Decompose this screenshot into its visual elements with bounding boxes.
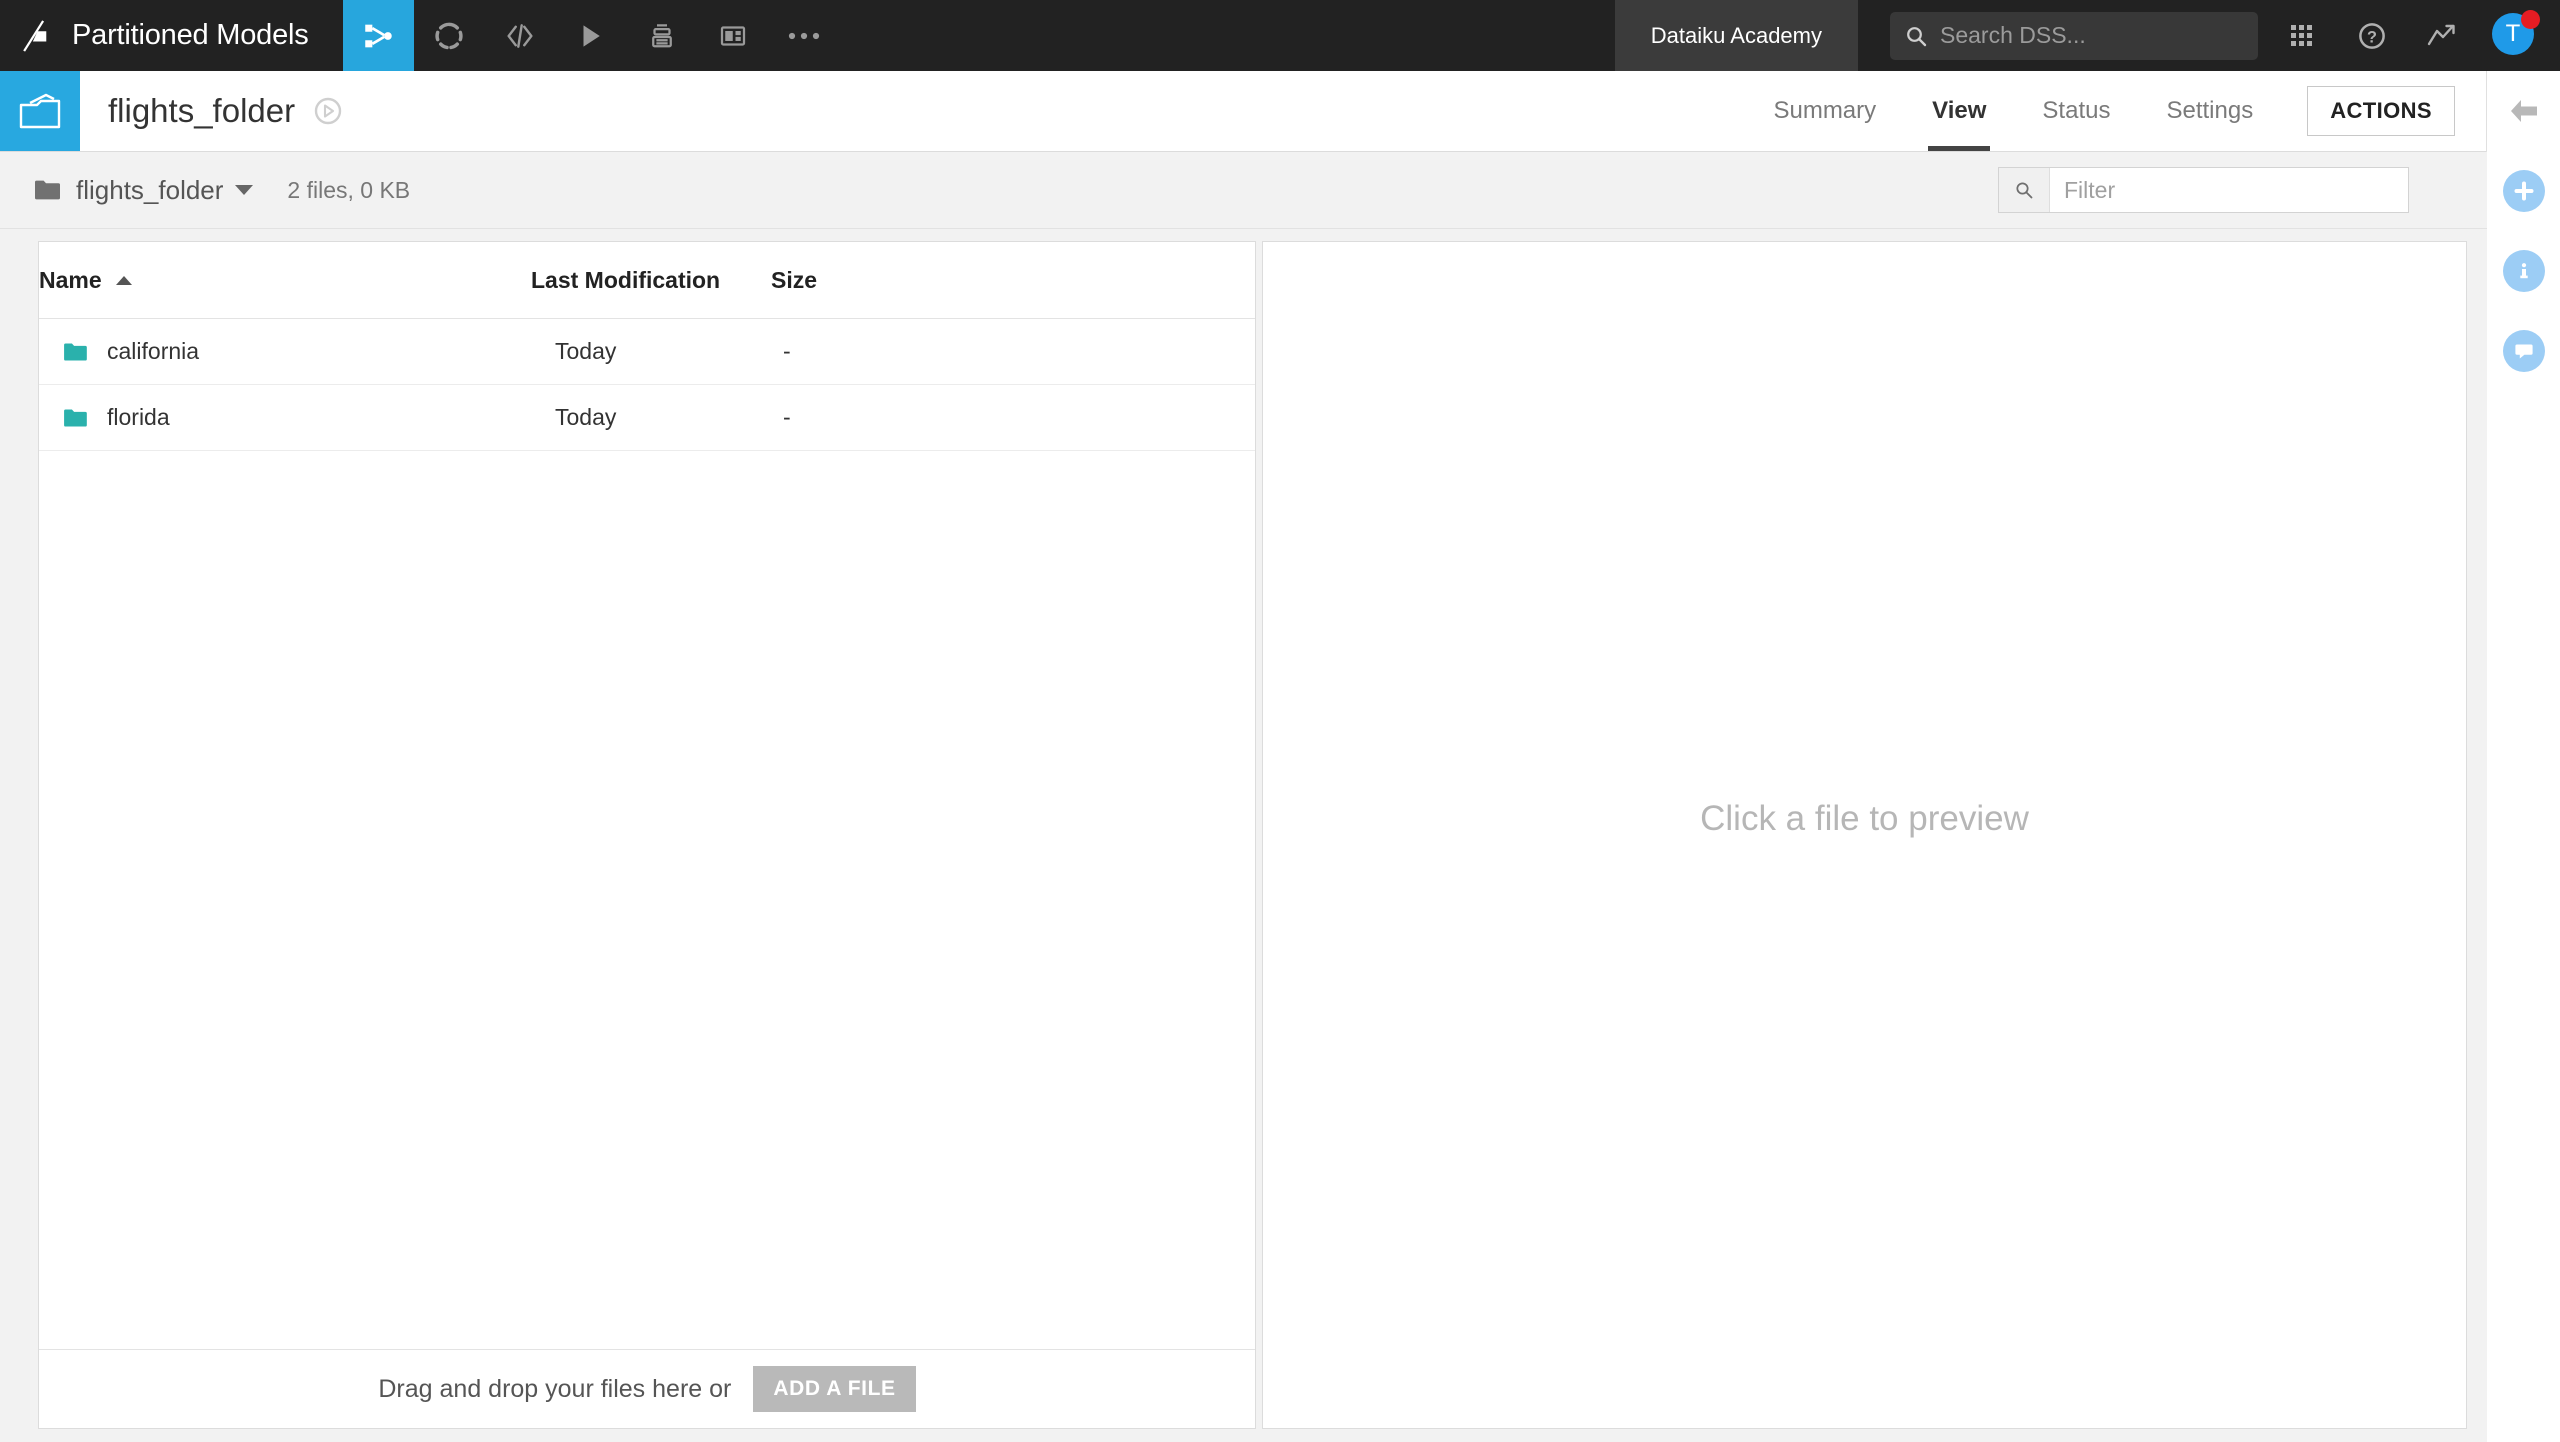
nav-lab-icon[interactable] (414, 0, 485, 71)
file-table-body: california Today - florida Today - (39, 318, 1255, 451)
search-input[interactable]: Search DSS... (1890, 11, 2258, 60)
folder-icon (63, 408, 87, 428)
file-name-cell[interactable]: california (39, 318, 531, 385)
back-arrow-icon[interactable] (2487, 71, 2560, 151)
file-list-empty-space (39, 451, 1255, 1349)
folder-toolbar: flights_folder 2 files, 0 KB (0, 152, 2487, 229)
navbar-right-icons: ? T (2258, 0, 2560, 71)
file-table-header: Name Last Modification Size (39, 242, 1255, 319)
search-placeholder: Search DSS... (1940, 22, 2086, 48)
academy-button[interactable]: Dataiku Academy (1614, 0, 1858, 71)
navbar-spacer (840, 0, 1615, 71)
comment-icon[interactable] (2487, 311, 2560, 391)
nav-ellipsis-icon[interactable] (769, 0, 840, 71)
managed-folder-icon (0, 71, 80, 151)
file-size-cell: - (771, 318, 1255, 385)
dropzone-label: Drag and drop your files here or (378, 1374, 732, 1403)
notification-badge-icon (2521, 9, 2540, 29)
nav-dashboard-icon[interactable] (698, 0, 769, 71)
column-header-name-label: Name (39, 266, 102, 293)
avatar[interactable]: T (2492, 9, 2540, 59)
folder-icon (63, 342, 87, 362)
search-icon (1904, 24, 1928, 48)
preview-empty-message: Click a file to preview (1700, 799, 2029, 838)
dataiku-logo-icon[interactable] (0, 0, 72, 71)
tab-status[interactable]: Status (2014, 71, 2138, 151)
file-last-modification-cell: Today (531, 384, 771, 451)
actions-button[interactable]: ACTIONS (2307, 86, 2455, 136)
file-table: Name Last Modification Size california T… (39, 242, 1255, 451)
filter-box (1998, 167, 2409, 213)
column-header-last-modification[interactable]: Last Modification (531, 242, 771, 319)
top-navbar: Partitioned Models Dataiku Academy Searc… (0, 0, 2560, 71)
folder-icon (34, 179, 60, 201)
compass-icon[interactable] (313, 96, 343, 126)
info-icon[interactable] (2487, 231, 2560, 311)
file-name-label: california (107, 338, 200, 364)
file-name-cell[interactable]: florida (39, 384, 531, 451)
filter-input[interactable] (2050, 168, 2408, 212)
breadcrumb[interactable]: flights_folder (0, 174, 254, 206)
object-tabs: Summary View Status Settings (1745, 71, 2281, 151)
nav-flow-icon[interactable] (342, 0, 414, 71)
right-rail (2486, 71, 2560, 1442)
column-header-size[interactable]: Size (771, 242, 1255, 319)
table-row[interactable]: florida Today - (39, 384, 1255, 451)
grid-apps-icon[interactable] (2282, 16, 2322, 56)
table-header-row: Name Last Modification Size (39, 242, 1255, 319)
comment-icon-circle (2502, 330, 2545, 372)
table-row[interactable]: california Today - (39, 318, 1255, 385)
nav-code-icon[interactable] (485, 0, 556, 71)
navbar-icon-group (342, 0, 840, 71)
trending-up-icon[interactable] (2422, 16, 2462, 56)
page-title: flights_folder (108, 92, 296, 129)
tab-summary[interactable]: Summary (1745, 71, 1904, 151)
tab-view[interactable]: View (1904, 71, 2014, 151)
file-last-modification-cell: Today (531, 318, 771, 385)
nav-stack-icon[interactable] (627, 0, 698, 71)
folder-stats: 2 files, 0 KB (287, 176, 411, 203)
file-dropzone[interactable]: Drag and drop your files here or ADD A F… (39, 1349, 1255, 1428)
svg-text:?: ? (2367, 28, 2377, 46)
object-header: flights_folder Summary View Status Setti… (0, 71, 2487, 152)
file-preview-panel: Click a file to preview (1262, 241, 2467, 1429)
main-content: Name Last Modification Size california T… (0, 229, 2487, 1442)
tab-settings[interactable]: Settings (2138, 71, 2281, 151)
info-icon-circle (2502, 250, 2545, 292)
column-header-name[interactable]: Name (39, 242, 531, 319)
file-size-cell: - (771, 384, 1255, 451)
chevron-down-icon[interactable] (235, 185, 254, 195)
search-icon (1999, 168, 2050, 212)
project-name[interactable]: Partitioned Models (72, 19, 343, 52)
help-icon[interactable]: ? (2352, 16, 2392, 56)
plus-icon[interactable] (2487, 151, 2560, 231)
search-wrapper: Search DSS... (1858, 0, 2258, 71)
breadcrumb-folder-name: flights_folder (76, 174, 224, 205)
add-a-file-button[interactable]: ADD A FILE (753, 1366, 916, 1412)
file-name-label: florida (107, 404, 170, 430)
nav-play-icon[interactable] (556, 0, 627, 71)
sort-ascending-icon (115, 275, 132, 285)
plus-icon-circle (2502, 170, 2545, 212)
file-list-panel: Name Last Modification Size california T… (38, 241, 1256, 1429)
